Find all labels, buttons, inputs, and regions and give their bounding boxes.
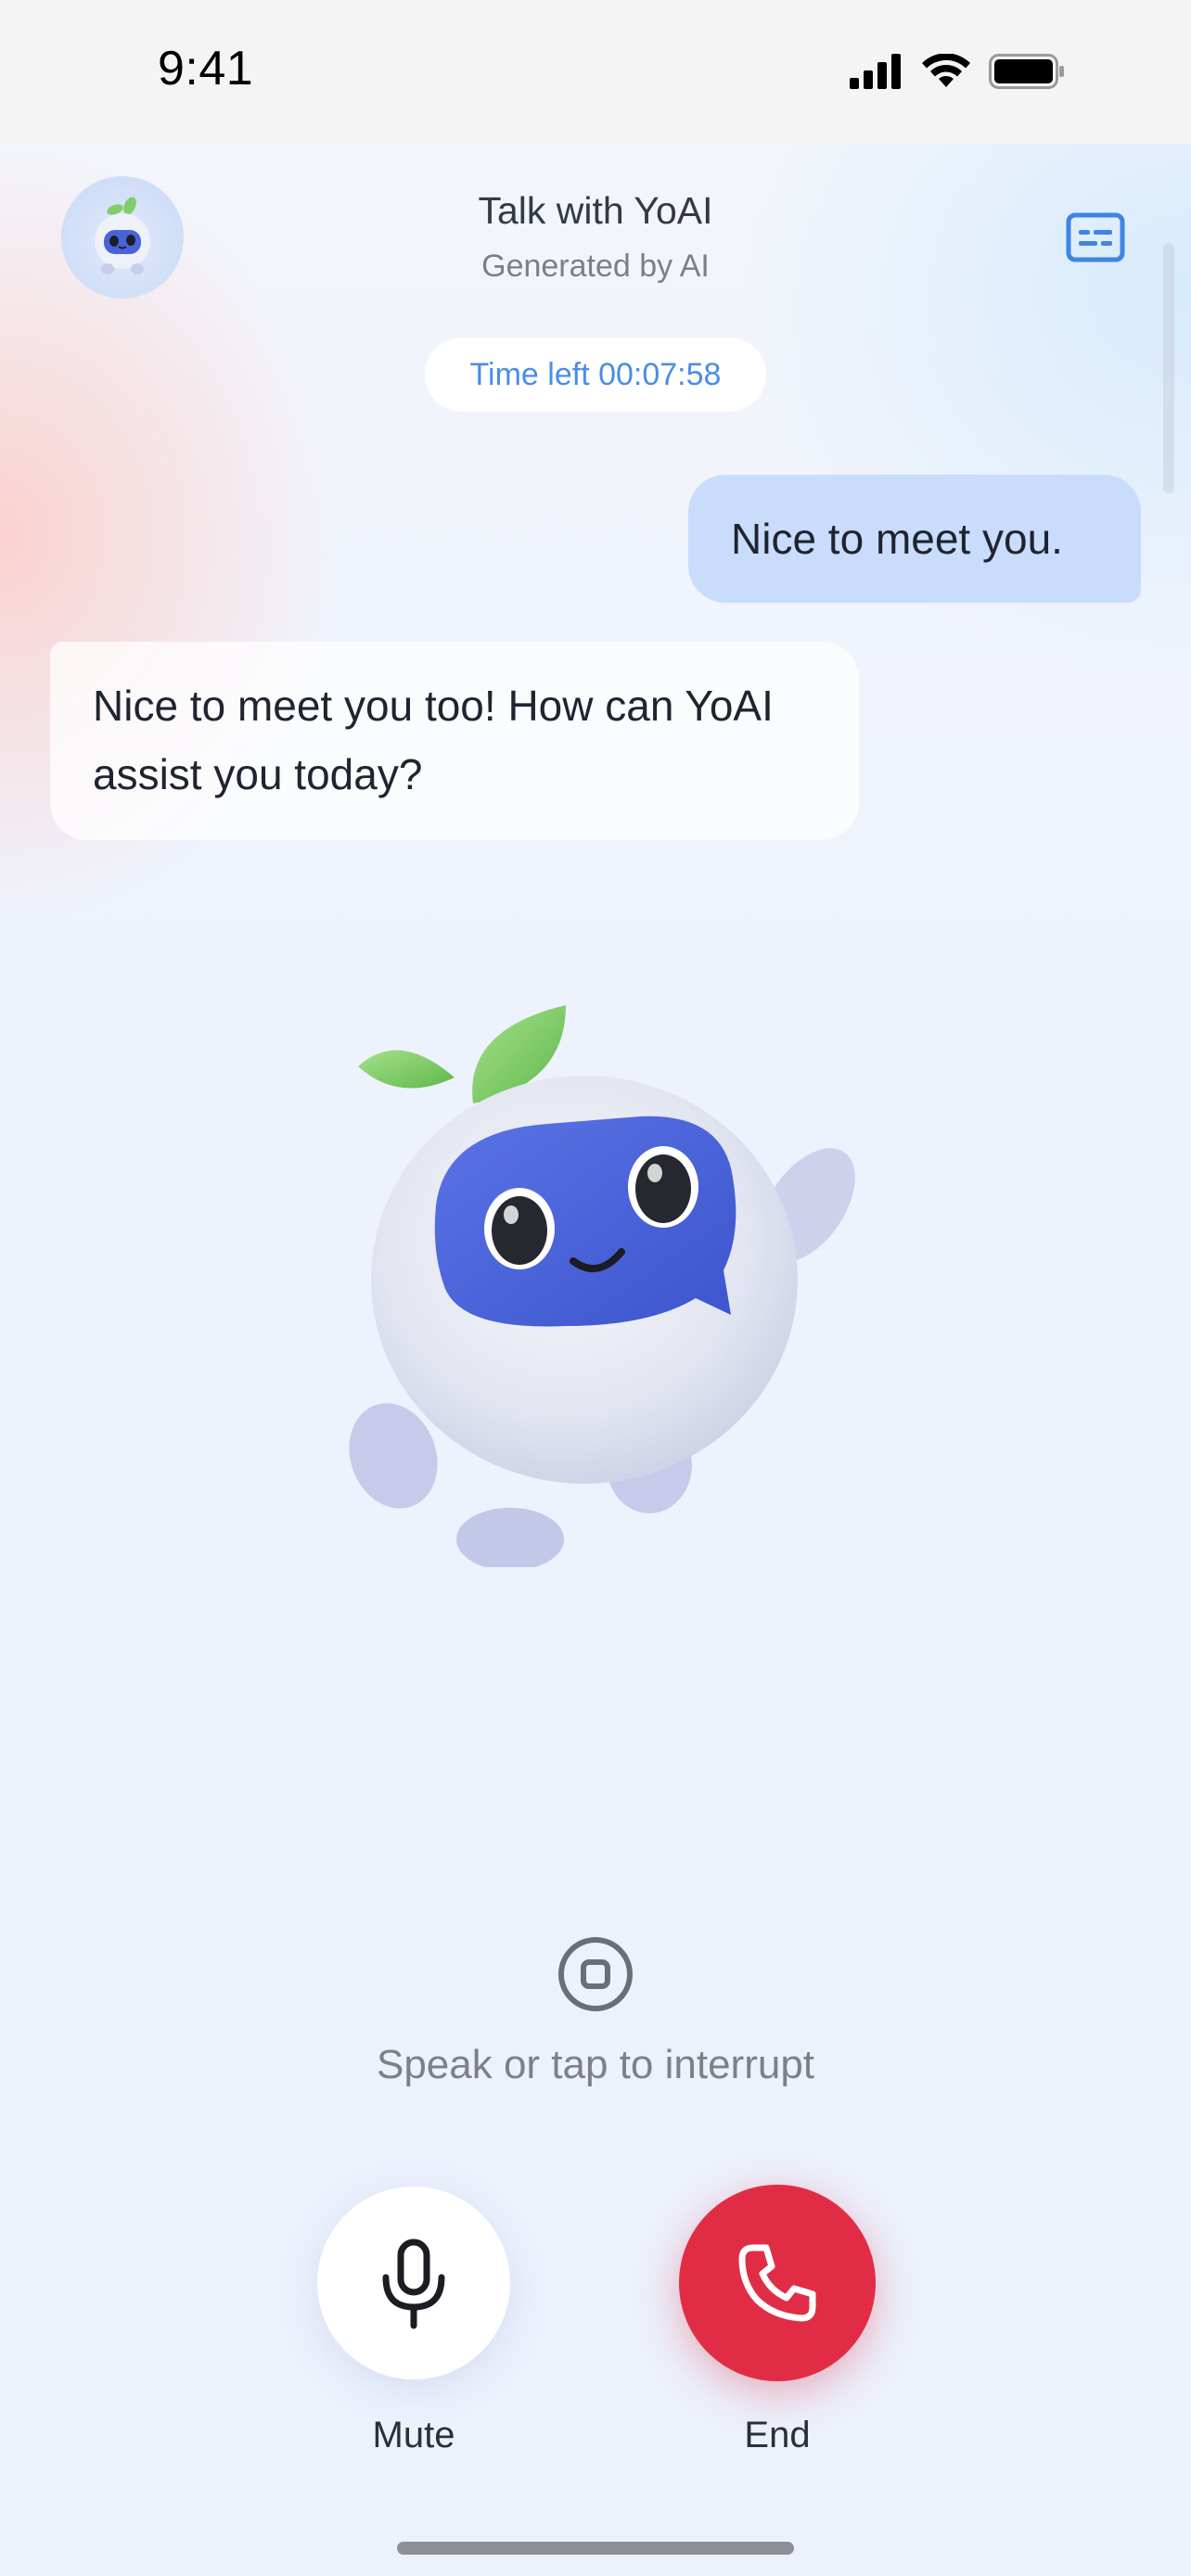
status-icons — [850, 52, 1065, 91]
captions-button[interactable] — [1065, 211, 1126, 263]
wifi-icon — [922, 54, 970, 87]
interrupt-hint: Speak or tap to interrupt — [376, 2042, 815, 2087]
captions-icon — [1066, 212, 1125, 262]
mute-button[interactable] — [317, 2187, 510, 2379]
time-left-badge: Time left 00:07:58 — [425, 338, 766, 412]
assistant-message-bubble: Nice to meet you too! How can YoAI assis… — [50, 642, 859, 840]
mute-label: Mute — [372, 2415, 455, 2455]
home-indicator[interactable] — [397, 2542, 794, 2555]
stop-circle-icon[interactable] — [557, 1935, 634, 2013]
cellular-signal-icon — [850, 54, 901, 89]
scrollbar[interactable] — [1163, 243, 1174, 493]
user-message-bubble: Nice to meet you. — [688, 475, 1141, 603]
page-title: Talk with YoAI — [478, 189, 713, 232]
status-time: 9:41 — [158, 42, 254, 96]
status-bar: 9:41 — [0, 0, 1191, 144]
call-screen: 9:41 Talk with YoAI Generated by AI Time… — [0, 0, 1191, 2576]
battery-icon — [989, 54, 1064, 89]
microphone-icon — [382, 2238, 445, 2329]
phone-icon — [738, 2244, 816, 2322]
yoai-mascot-illustration — [349, 1005, 855, 1567]
page-subtitle: Generated by AI — [481, 249, 710, 284]
end-label: End — [744, 2415, 811, 2455]
end-call-button[interactable] — [679, 2185, 876, 2381]
